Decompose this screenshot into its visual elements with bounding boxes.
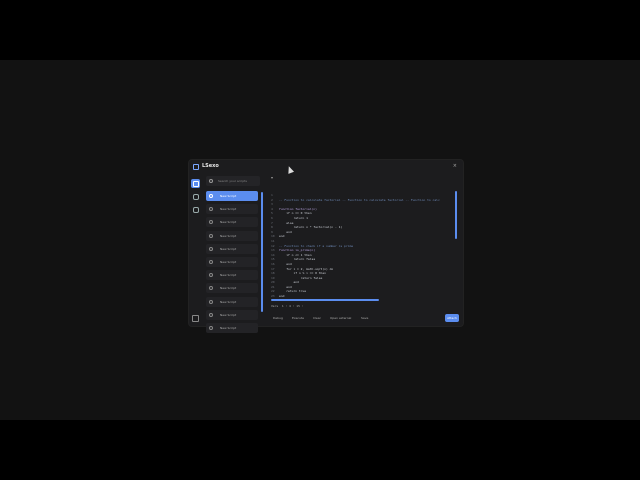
search-input[interactable] bbox=[218, 176, 258, 186]
code-text: return n * factorial(n - 1) bbox=[279, 225, 343, 230]
home-icon bbox=[193, 194, 199, 200]
script-icon bbox=[209, 246, 213, 251]
list-item[interactable]: New Script bbox=[206, 243, 258, 254]
editor-horizontal-scrollbar[interactable] bbox=[271, 299, 379, 301]
code-text: end bbox=[279, 261, 292, 266]
list-item-label: New Script bbox=[220, 273, 237, 278]
list-item-label: New Script bbox=[220, 326, 237, 330]
list-item[interactable]: New Script bbox=[206, 323, 258, 333]
script-icon bbox=[209, 233, 213, 238]
nav-rail bbox=[189, 175, 202, 326]
code-text: end bbox=[279, 280, 299, 285]
script-icon bbox=[209, 207, 213, 212]
execute-button[interactable]: Execute bbox=[292, 316, 304, 320]
code-text: return 1 bbox=[279, 215, 308, 220]
list-item[interactable]: New Script bbox=[206, 191, 258, 201]
list-item-label: New Script bbox=[220, 260, 237, 264]
code-text: function is_prime(n) bbox=[279, 248, 316, 253]
code-text: -- Function to calculate factorial -- Fu… bbox=[279, 197, 440, 202]
rail-home-button[interactable] bbox=[191, 192, 200, 201]
code-text: return true bbox=[279, 289, 307, 294]
list-item-label: New Script bbox=[220, 246, 237, 251]
open-external-button[interactable]: Open external bbox=[330, 316, 351, 320]
script-icon bbox=[209, 312, 213, 317]
search-icon bbox=[209, 179, 213, 183]
save-button[interactable]: Save bbox=[361, 316, 368, 320]
list-item-label: New Script bbox=[220, 220, 237, 225]
action-bar: Debug Execute Clear Open external Save A… bbox=[271, 314, 461, 324]
rail-scripts-button[interactable] bbox=[191, 179, 200, 188]
code-text: end bbox=[279, 234, 285, 239]
code-text: if n == 0 then bbox=[279, 211, 312, 216]
script-icon bbox=[209, 194, 213, 198]
list-item[interactable]: New Script bbox=[206, 296, 258, 307]
list-item-label: New Script bbox=[220, 299, 237, 304]
code-line: 23 end bbox=[271, 294, 451, 298]
code-text: -- Function to check if a number is prim… bbox=[279, 243, 354, 248]
list-item[interactable]: New Script bbox=[206, 257, 258, 267]
code-text: if n <= 1 then bbox=[279, 252, 312, 257]
script-icon bbox=[209, 220, 213, 225]
rail-settings-button[interactable] bbox=[191, 205, 200, 214]
script-sidebar: New Script New Script New Script New Script… bbox=[206, 176, 263, 333]
script-icon bbox=[209, 286, 213, 291]
list-item[interactable]: New Script bbox=[206, 283, 258, 294]
clear-button[interactable]: Clear bbox=[313, 316, 321, 320]
list-item[interactable]: New Script bbox=[206, 230, 258, 241]
attach-button[interactable]: Attach bbox=[445, 314, 459, 322]
list-item-label: New Script bbox=[220, 312, 237, 317]
code-text: end bbox=[279, 229, 292, 234]
code-text: function factorial(n) bbox=[279, 206, 317, 211]
layout-icon[interactable] bbox=[192, 315, 199, 322]
editor-tab-chevron-icon[interactable]: ▾ bbox=[271, 175, 273, 180]
app-window: LSexo × New ScriptNew ScriptNew ScriptNe… bbox=[189, 160, 463, 333]
app-logo-icon bbox=[193, 164, 199, 170]
sidebar-scrollbar[interactable] bbox=[261, 192, 263, 312]
code-text: end bbox=[279, 284, 292, 289]
search-box bbox=[206, 176, 260, 186]
code-line: 2 -- Function to calculate factorial -- F… bbox=[271, 198, 451, 203]
code-text: return false bbox=[279, 257, 316, 262]
list-item-label: New Script bbox=[220, 207, 237, 212]
list-item[interactable]: New Script bbox=[206, 217, 258, 228]
close-icon[interactable]: × bbox=[453, 163, 457, 169]
title-bar: LSexo × bbox=[189, 160, 463, 174]
status-bar: Vers 1 : 4 : 15 : bbox=[271, 304, 304, 308]
script-icon bbox=[209, 273, 213, 278]
list-item[interactable]: New Script bbox=[206, 309, 258, 320]
script-icon bbox=[209, 326, 213, 330]
code-text: end bbox=[279, 294, 285, 298]
code-text: else bbox=[279, 220, 294, 225]
debug-button[interactable]: Debug bbox=[273, 316, 283, 320]
editor-vertical-scrollbar[interactable] bbox=[455, 191, 457, 239]
code-area[interactable]: 1 2 -- Function to calculate factorial -- … bbox=[271, 193, 451, 298]
code-text: return false bbox=[279, 275, 323, 280]
code-editor[interactable]: ▾ 1 2 -- Function to calculate factorial -… bbox=[271, 175, 457, 311]
list-item[interactable]: New Script bbox=[206, 270, 258, 281]
script-icon bbox=[209, 299, 213, 304]
scripts-icon bbox=[193, 181, 199, 187]
code-text: if n % i == 0 then bbox=[279, 271, 326, 276]
line-number: 23 bbox=[271, 294, 275, 298]
app-title: LSexo bbox=[202, 163, 219, 169]
list-item-label: New Script bbox=[220, 286, 237, 291]
settings-icon bbox=[193, 207, 199, 213]
list-item[interactable]: New Script bbox=[206, 204, 258, 215]
list-item-label: New Script bbox=[220, 233, 237, 238]
code-text: for i = 2, math.sqrt(n) do bbox=[279, 266, 334, 271]
script-icon bbox=[209, 260, 213, 264]
list-item-label: New Script bbox=[220, 194, 237, 198]
